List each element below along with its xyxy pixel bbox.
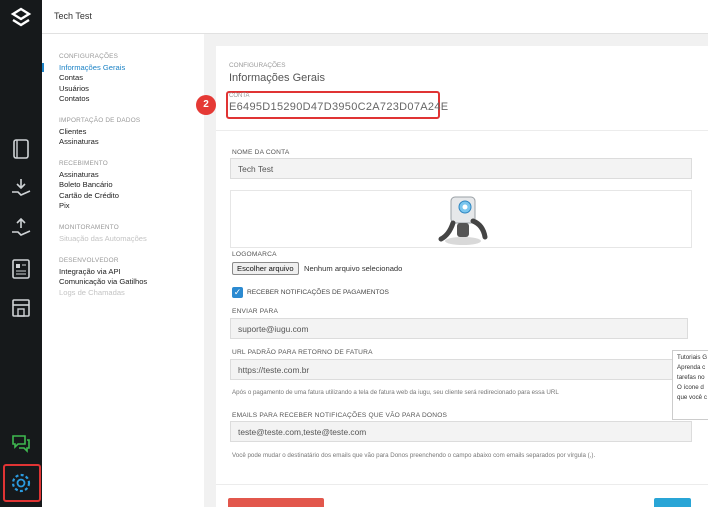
nav-cartao[interactable]: Cartão de Crédito — [59, 191, 119, 200]
popup-line-2: Aprenda c — [677, 364, 706, 371]
nav-contatos[interactable]: Contatos — [59, 94, 89, 103]
top-bar: Tech Test — [42, 0, 708, 34]
return-url-label: URL PADRÃO PARA RETORNO DE FATURA — [232, 349, 373, 356]
group-importacao: IMPORTAÇÃO DE DADOS — [59, 117, 141, 124]
nav-import-assinaturas[interactable]: Assinaturas — [59, 137, 99, 146]
return-url-field[interactable]: https://teste.com.br — [230, 359, 688, 380]
popup-line-3: tarefas no — [677, 374, 705, 381]
gear-icon[interactable] — [9, 471, 33, 495]
choose-file-button[interactable]: Escolher arquivo — [232, 262, 299, 275]
send-to-field[interactable]: suporte@iugu.com — [230, 318, 688, 339]
annotation-badge-2: 2 — [196, 95, 216, 115]
save-button[interactable] — [654, 498, 691, 507]
popup-line-1: Tutoriais G — [677, 354, 708, 361]
nav-api[interactable]: Integração via API — [59, 267, 121, 276]
breadcrumb: CONFIGURAÇÕES — [229, 62, 286, 69]
group-desenvolvedor: DESENVOLVEDOR — [59, 257, 119, 264]
store-icon[interactable] — [9, 296, 33, 320]
nav-contas[interactable]: Contas — [59, 73, 83, 82]
company-name[interactable]: Tech Test — [54, 11, 92, 21]
nav-usuarios[interactable]: Usuários — [59, 84, 89, 93]
file-status: Nenhum arquivo selecionado — [304, 264, 403, 273]
nav-boleto[interactable]: Boleto Bancário — [59, 180, 113, 189]
page-title: Informações Gerais — [229, 72, 325, 84]
account-label: CONTA — [229, 93, 250, 99]
receive-icon[interactable] — [9, 176, 33, 200]
notify-label: RECEBER NOTIFICAÇÕES DE PAGAMENTOS — [247, 289, 389, 296]
account-name-label: NOME DA CONTA — [232, 149, 290, 156]
owner-emails-label: EMAILS PARA RECEBER NOTIFICAÇÕES QUE VÃO… — [232, 412, 448, 419]
nav-pix[interactable]: Pix — [59, 201, 70, 210]
group-monitoramento: MONITORAMENTO — [59, 224, 119, 231]
nav-automacoes[interactable]: Situação das Automações — [59, 234, 147, 243]
report-icon[interactable] — [9, 257, 33, 281]
chat-icon[interactable] — [9, 431, 33, 455]
popup-line-5: que você c — [677, 394, 707, 401]
group-configuracoes: CONFIGURAÇÕES — [59, 53, 119, 60]
nav-gatilhos[interactable]: Comunicação via Gatilhos — [59, 277, 147, 286]
nav-import-clientes[interactable]: Clientes — [59, 127, 86, 136]
account-name-field[interactable]: Tech Test — [230, 158, 692, 179]
send-to-label: ENVIAR PARA — [232, 308, 279, 315]
footer-divider — [216, 484, 708, 485]
send-icon[interactable] — [9, 216, 33, 240]
account-id[interactable]: E6495D15290D47D3950C2A723D07A24E — [229, 101, 448, 113]
section-divider — [216, 130, 708, 131]
robot-mascot-icon — [438, 196, 488, 245]
group-recebimento: RECEBIMENTO — [59, 160, 108, 167]
tutorials-popup[interactable]: Tutoriais G Aprenda c tarefas no O ícone… — [672, 350, 708, 420]
owner-emails-hint: Você pode mudar o destinatário dos email… — [232, 452, 596, 459]
icon-rail — [0, 0, 42, 507]
popup-line-4: O ícone d — [677, 384, 704, 391]
notify-checkbox[interactable]: ✓ — [232, 287, 243, 298]
nav-logs[interactable]: Logs de Chamadas — [59, 288, 125, 297]
delete-account-button[interactable] — [228, 498, 324, 507]
logo-preview — [230, 190, 692, 248]
logo-label: LOGOMARCA — [232, 251, 277, 258]
nav-recebimento-assinaturas[interactable]: Assinaturas — [59, 170, 99, 179]
settings-subnav: CONFIGURAÇÕES Informações Gerais Contas … — [42, 34, 204, 507]
owner-emails-field[interactable]: teste@teste.com,teste@teste.com — [230, 421, 692, 442]
return-url-hint: Após o pagamento de uma fatura utilizand… — [232, 389, 559, 396]
nav-informacoes-gerais[interactable]: Informações Gerais — [59, 63, 125, 72]
logo-icon[interactable] — [8, 6, 34, 32]
active-indicator — [42, 63, 44, 72]
book-icon[interactable] — [9, 137, 33, 161]
